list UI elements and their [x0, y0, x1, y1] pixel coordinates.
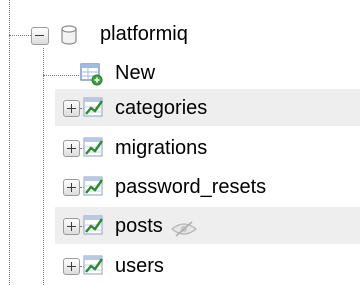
tree-guide-line — [9, 35, 31, 36]
tree-guide-line — [43, 48, 44, 285]
tree-guide-line — [9, 0, 10, 285]
expand-categories-button[interactable] — [63, 100, 80, 117]
table-icon — [83, 215, 103, 235]
expand-password-resets-button[interactable] — [63, 179, 80, 196]
navigation-tree: platformiq New categories migrations pas… — [0, 0, 360, 285]
table-icon — [83, 255, 103, 275]
database-name-link[interactable]: platformiq — [100, 22, 188, 46]
table-link-password-resets[interactable]: password_resets — [115, 175, 266, 199]
expand-migrations-button[interactable] — [63, 140, 80, 157]
table-icon — [83, 176, 103, 196]
table-link-categories[interactable]: categories — [115, 96, 207, 120]
new-table-link[interactable]: New — [115, 61, 155, 85]
expand-users-button[interactable] — [63, 258, 80, 275]
tree-guide-line — [43, 75, 79, 76]
table-link-migrations[interactable]: migrations — [115, 136, 207, 160]
table-icon — [83, 97, 103, 117]
collapse-database-button[interactable] — [31, 27, 49, 45]
expand-posts-button[interactable] — [63, 218, 80, 235]
new-table-icon — [80, 63, 103, 86]
eye-hidden-icon[interactable] — [170, 221, 198, 237]
table-link-users[interactable]: users — [115, 254, 164, 278]
table-icon — [83, 137, 103, 157]
database-icon — [61, 25, 77, 45]
table-link-posts[interactable]: posts — [115, 214, 163, 238]
